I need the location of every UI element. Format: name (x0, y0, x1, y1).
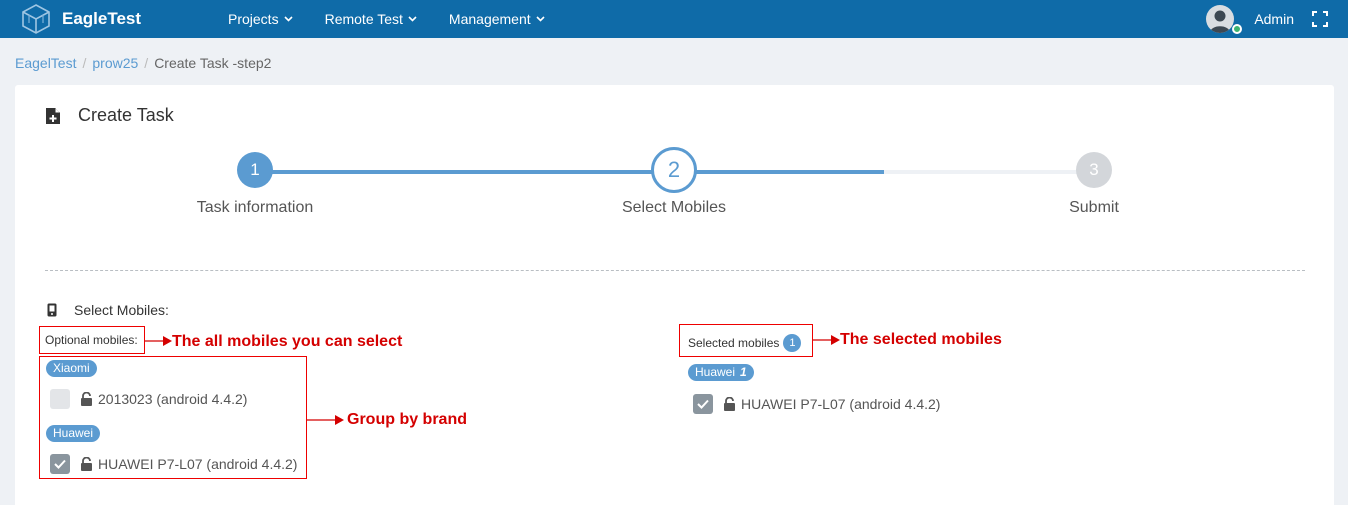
chevron-down-icon (284, 16, 293, 22)
step-2-label: Select Mobiles (621, 199, 727, 216)
step-2-circle[interactable]: 2 (651, 147, 697, 193)
top-navbar: EagleTest Projects Remote Test Managemen… (0, 0, 1348, 38)
brand-tag-label: Huawei (695, 365, 736, 379)
device-row[interactable]: HUAWEI P7-L07 (android 4.4.2) (50, 454, 297, 474)
breadcrumb: EagelTest / prow25 / Create Task -step2 (15, 55, 271, 71)
breadcrumb-separator: / (82, 55, 87, 71)
device-checkbox-checked[interactable] (50, 454, 70, 474)
breadcrumb-current: Create Task -step2 (154, 55, 272, 71)
device-row[interactable]: 2013023 (android 4.4.2) (50, 389, 247, 409)
file-plus-icon (46, 107, 60, 124)
annotation-arrow-icon (813, 335, 840, 345)
mobile-phone-icon (47, 303, 57, 317)
device-name: 2013023 (android 4.4.2) (98, 391, 248, 407)
chevron-down-icon (536, 16, 545, 22)
step-1-circle[interactable]: 1 (237, 152, 273, 188)
user-silhouette-icon (1210, 10, 1231, 33)
breadcrumb-link-project[interactable]: prow25 (92, 55, 138, 71)
unlock-icon (81, 457, 92, 471)
selected-mobiles-text: Selected mobiles (688, 336, 780, 350)
cube-logo-icon (22, 4, 50, 34)
step-1-label: Task information (196, 199, 314, 216)
device-checkbox[interactable] (50, 389, 70, 409)
divider (45, 270, 1305, 271)
check-icon (697, 399, 709, 409)
annotation-arrow-icon (145, 336, 172, 346)
fullscreen-icon[interactable] (1312, 11, 1328, 27)
unlock-icon (81, 392, 92, 406)
annotation-arrow-icon (307, 415, 344, 425)
brand-tag-huawei-selected: Huawei 1 (688, 364, 754, 381)
device-name: HUAWEI P7-L07 (android 4.4.2) (98, 456, 298, 472)
nav-management[interactable]: Management (449, 11, 545, 27)
breadcrumb-link-home[interactable]: EagelTest (15, 55, 76, 71)
user-menu[interactable]: Admin (1206, 0, 1328, 38)
annotation-optional: The all mobiles you can select (172, 333, 403, 350)
nav-remote-test[interactable]: Remote Test (325, 11, 417, 27)
chevron-down-icon (408, 16, 417, 22)
brand-tag-huawei: Huawei (46, 425, 101, 442)
selected-count-badge: 1 (783, 334, 802, 352)
step-3-circle[interactable]: 3 (1076, 152, 1112, 188)
step-progress-done (255, 170, 884, 174)
selected-mobiles-label: Selected mobiles 1 (688, 334, 802, 352)
nav-projects[interactable]: Projects (228, 11, 293, 27)
step-3-label: Submit (1069, 199, 1119, 216)
device-name: HUAWEI P7-L07 (android 4.4.2) (741, 396, 941, 412)
nav-management-label: Management (448, 11, 531, 27)
page-title: Create Task (45, 105, 174, 126)
section-title-text: Select Mobiles: (74, 302, 169, 318)
brand-tag-count: 1 (740, 365, 747, 379)
online-status-dot (1232, 24, 1242, 34)
selected-device-row[interactable]: HUAWEI P7-L07 (android 4.4.2) (693, 394, 940, 414)
brand-tag-xiaomi: Xiaomi (46, 360, 97, 377)
annotation-selected: The selected mobiles (840, 331, 1002, 348)
optional-mobiles-label: Optional mobiles: (45, 333, 138, 347)
nav-remote-test-label: Remote Test (324, 11, 403, 27)
annotation-group: Group by brand (347, 411, 467, 428)
app-name: EagleTest (62, 9, 142, 28)
user-name[interactable]: Admin (1254, 11, 1294, 27)
main-nav: Projects Remote Test Management (228, 0, 577, 38)
create-task-panel: Create Task 1 2 3 Task information Selec… (15, 85, 1334, 505)
brand[interactable]: EagleTest (20, 2, 141, 36)
avatar[interactable] (1206, 5, 1235, 33)
nav-projects-label: Projects (228, 11, 279, 27)
device-checkbox-checked[interactable] (693, 394, 713, 414)
check-icon (54, 459, 66, 469)
page-title-text: Create Task (78, 105, 174, 125)
section-title: Select Mobiles: (47, 302, 169, 318)
breadcrumb-separator: / (144, 55, 149, 71)
step-progress-todo (884, 170, 1094, 174)
unlock-icon (724, 397, 735, 411)
